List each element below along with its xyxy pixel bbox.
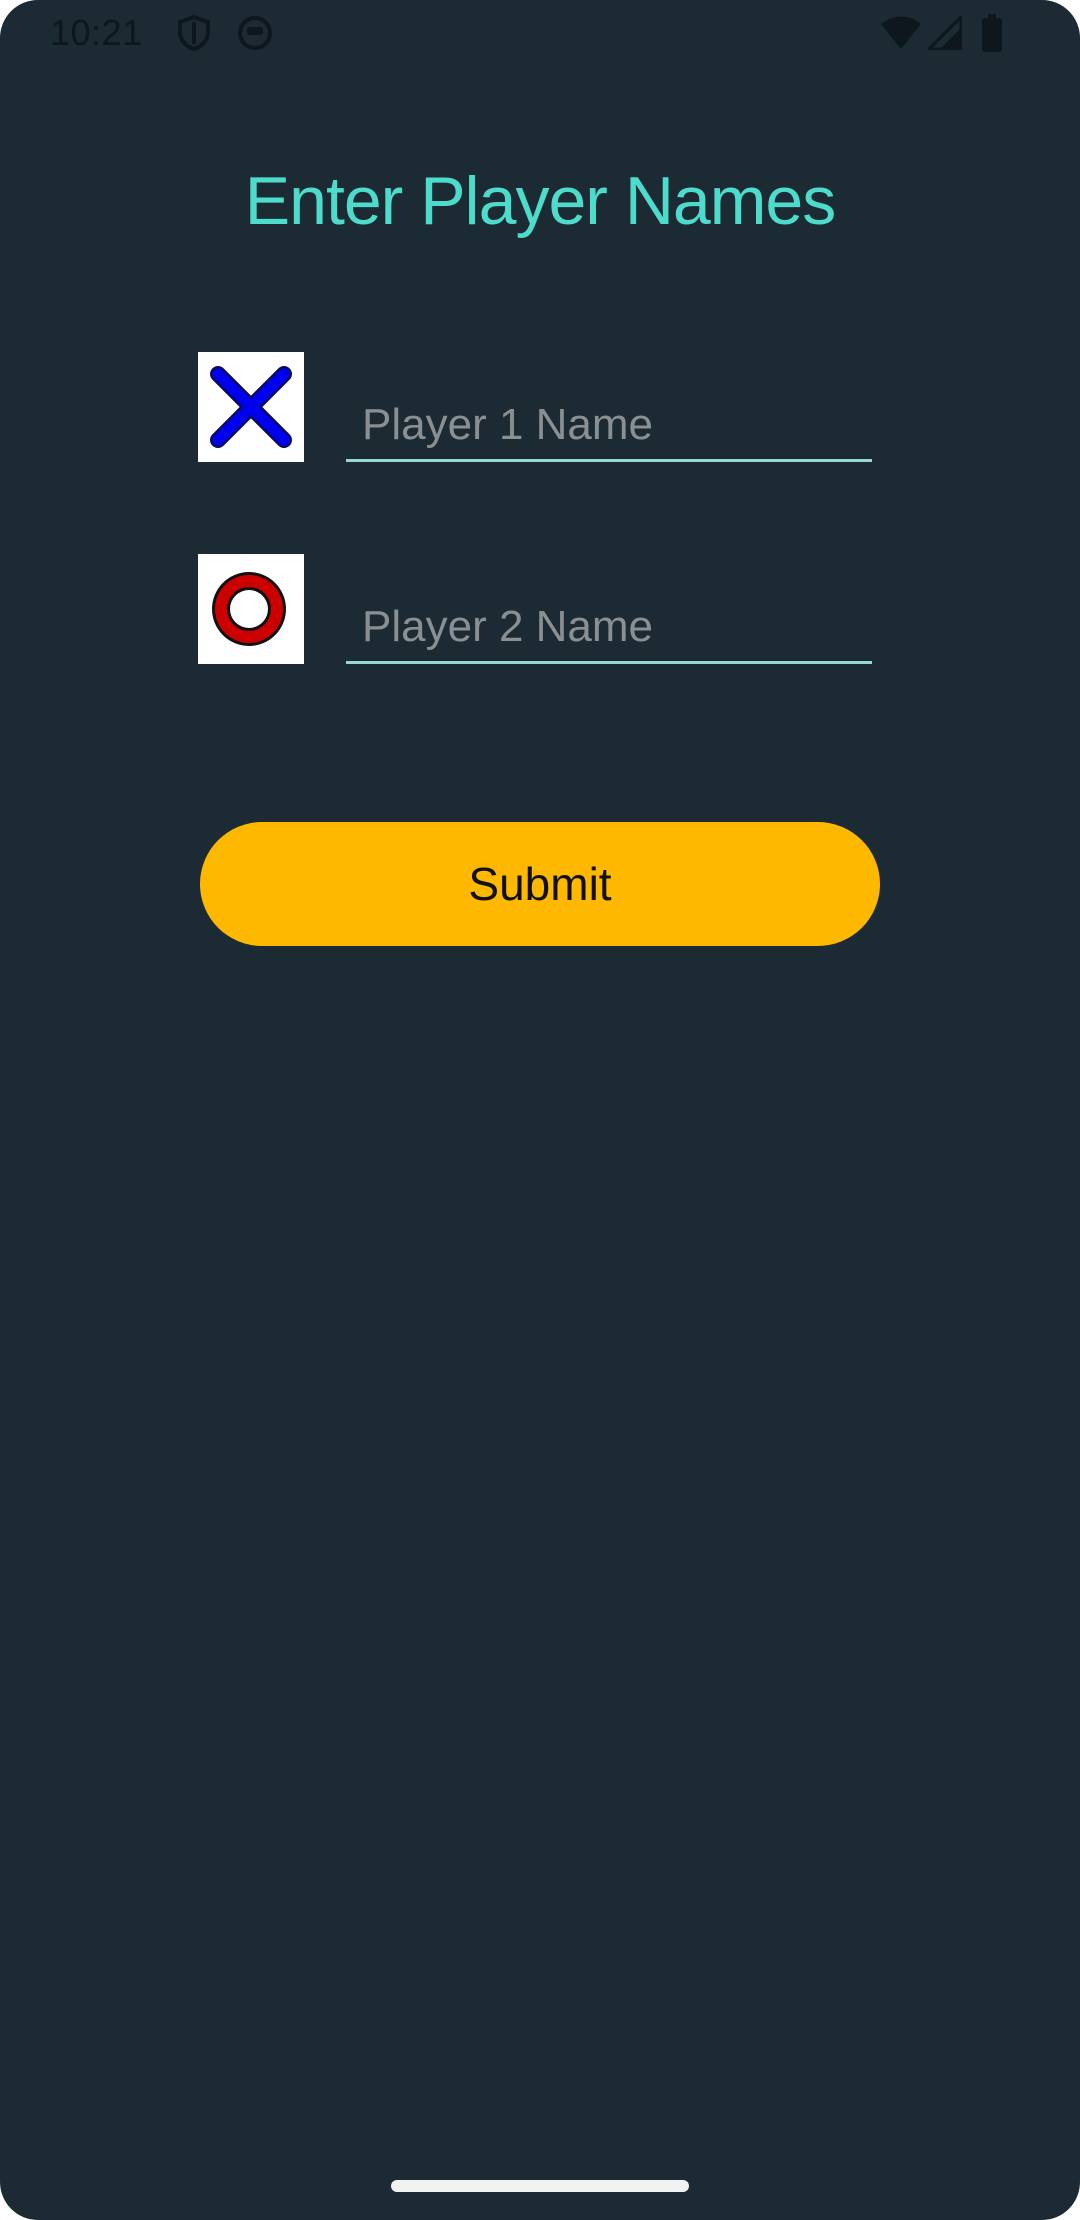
status-bar: 10:21 [0, 0, 1080, 66]
o-ring-icon [212, 572, 286, 646]
battery-icon [980, 14, 1004, 57]
page-title: Enter Player Names [244, 163, 836, 239]
cell-signal-icon [925, 13, 963, 55]
app-screen: 10:21 Enter Player Names Player 1 Name P… [0, 0, 1080, 2220]
player-2-symbol [198, 554, 304, 664]
home-indicator[interactable] [391, 2180, 689, 2192]
status-time: 10:21 [50, 12, 143, 53]
x-mark-icon [210, 366, 292, 448]
player-1-name-input[interactable] [346, 390, 872, 462]
player-2-name-input[interactable] [346, 592, 872, 664]
wifi-icon [880, 16, 922, 55]
notification-face-icon [236, 14, 274, 57]
player-1-symbol [198, 352, 304, 462]
shield-icon [176, 14, 212, 57]
submit-button[interactable]: Submit [200, 822, 880, 946]
